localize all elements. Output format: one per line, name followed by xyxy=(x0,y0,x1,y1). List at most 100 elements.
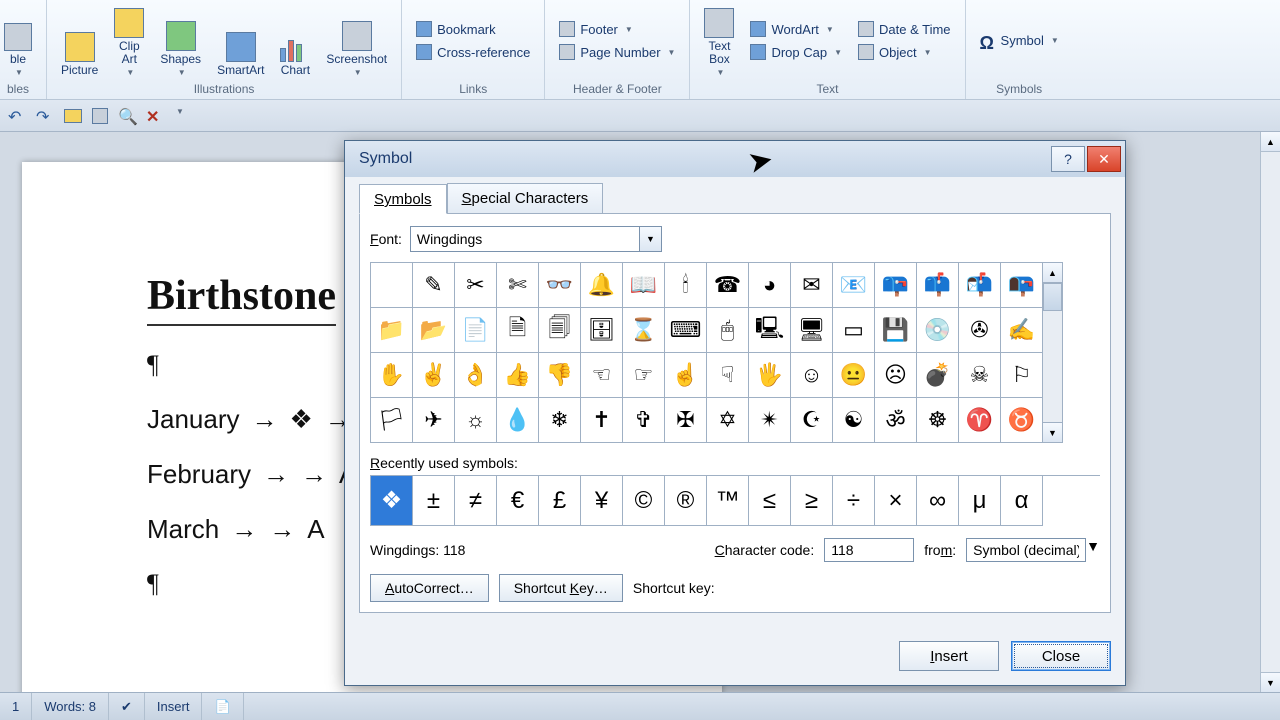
symbol-cell[interactable]: 📧 xyxy=(833,263,875,308)
symbol-cell[interactable]: 👎 xyxy=(539,353,581,398)
symbol-cell[interactable]: ✋ xyxy=(371,353,413,398)
symbol-cell[interactable]: ✠ xyxy=(665,398,707,443)
recent-symbol-cell[interactable]: ¥ xyxy=(581,476,623,526)
recent-symbol-cell[interactable]: ≥ xyxy=(791,476,833,526)
symbol-cell[interactable]: 📬 xyxy=(959,263,1001,308)
symbol-cell[interactable]: 🖥 xyxy=(791,308,833,353)
from-input[interactable] xyxy=(966,538,1086,562)
scroll-thumb[interactable] xyxy=(1043,283,1062,311)
symbol-cell[interactable]: ☜ xyxy=(581,353,623,398)
symbol-cell[interactable]: 📖 xyxy=(623,263,665,308)
symbol-cell[interactable]: 👓 xyxy=(539,263,581,308)
scroll-up-icon[interactable]: ▲ xyxy=(1261,132,1280,152)
recent-symbol-cell[interactable]: € xyxy=(497,476,539,526)
from-combo[interactable]: ▼ xyxy=(966,538,1100,562)
symbol-cell[interactable]: ⌛ xyxy=(623,308,665,353)
symbol-cell[interactable]: ✎ xyxy=(413,263,455,308)
recent-symbol-cell[interactable]: ™ xyxy=(707,476,749,526)
symbol-cell[interactable]: 💿 xyxy=(917,308,959,353)
shortcut-key-button[interactable]: Shortcut Key… xyxy=(499,574,623,602)
symbol-cell[interactable]: 🔔 xyxy=(581,263,623,308)
symbol-cell[interactable]: ☟ xyxy=(707,353,749,398)
recent-symbol-cell[interactable]: α xyxy=(1001,476,1043,526)
scroll-down-icon[interactable]: ▼ xyxy=(1261,672,1280,692)
undo-icon[interactable]: ↶ xyxy=(8,107,26,125)
symbol-cell[interactable]: ☼ xyxy=(455,398,497,443)
symbol-cell[interactable]: 👍 xyxy=(497,353,539,398)
recent-symbol-cell[interactable]: ® xyxy=(665,476,707,526)
symbol-cell[interactable]: ✇ xyxy=(959,308,1001,353)
symbol-cell[interactable]: 👌 xyxy=(455,353,497,398)
recent-symbol-cell[interactable]: ± xyxy=(413,476,455,526)
dialog-titlebar[interactable]: Symbol ? ✕ xyxy=(345,141,1125,177)
symbol-cell[interactable]: 🖱 xyxy=(707,308,749,353)
ribbon-smartart[interactable]: SmartArt xyxy=(213,2,268,79)
status-proof-icon[interactable]: ✔ xyxy=(109,693,145,720)
symbol-cell[interactable]: ✍ xyxy=(1001,308,1043,353)
symbol-cell[interactable]: 📫 xyxy=(917,263,959,308)
autocorrect-button[interactable]: AutoCorrect… xyxy=(370,574,489,602)
symbol-cell[interactable]: ⌨ xyxy=(665,308,707,353)
symbol-cell[interactable]: 🗎 xyxy=(497,308,539,353)
ribbon-symbol[interactable]: ΩSymbol▼ xyxy=(976,2,1063,79)
symbol-cell[interactable]: ☎ xyxy=(707,263,749,308)
grid-scrollbar[interactable]: ▲ ▼ xyxy=(1043,262,1063,443)
symbol-cell[interactable]: 🏳 xyxy=(371,398,413,443)
redo-icon[interactable]: ↷ xyxy=(36,107,54,125)
symbol-cell[interactable]: ✉ xyxy=(791,263,833,308)
ribbon-table[interactable]: ble ▼ xyxy=(0,2,36,79)
symbol-cell[interactable]: 💧 xyxy=(497,398,539,443)
symbol-cell[interactable]: 💾 xyxy=(875,308,917,353)
save-icon[interactable] xyxy=(92,108,108,124)
recent-symbol-cell[interactable]: μ xyxy=(959,476,1001,526)
status-page[interactable]: 1 xyxy=(0,693,32,720)
symbol-cell[interactable]: ✌ xyxy=(413,353,455,398)
symbol-cell[interactable]: ☹ xyxy=(875,353,917,398)
symbol-cell[interactable]: 🗄 xyxy=(581,308,623,353)
ribbon-footer[interactable]: Footer▼ xyxy=(555,19,679,39)
ribbon-pagenumber[interactable]: Page Number▼ xyxy=(555,42,679,62)
symbol-cell[interactable]: ☠ xyxy=(959,353,1001,398)
recent-symbol-cell[interactable]: ∞ xyxy=(917,476,959,526)
tab-symbols[interactable]: Symbols xyxy=(359,184,447,214)
symbol-cell[interactable]: 😐 xyxy=(833,353,875,398)
symbol-cell[interactable]: ◕ xyxy=(749,263,791,308)
recent-symbol-cell[interactable]: ÷ xyxy=(833,476,875,526)
insert-button[interactable]: Insert xyxy=(899,641,999,671)
symbol-cell[interactable]: ✞ xyxy=(623,398,665,443)
symbol-cell[interactable]: ✈ xyxy=(413,398,455,443)
symbol-cell[interactable]: ☪ xyxy=(791,398,833,443)
ribbon-bookmark[interactable]: Bookmark xyxy=(412,19,534,39)
document-scrollbar[interactable]: ▲ ▼ xyxy=(1260,132,1280,692)
ribbon-wordart[interactable]: WordArt▼ xyxy=(746,19,846,39)
symbol-cell[interactable]: 📂 xyxy=(413,308,455,353)
symbol-cell[interactable]: 📭 xyxy=(1001,263,1043,308)
char-code-input[interactable] xyxy=(824,538,914,562)
symbol-cell[interactable]: 📪 xyxy=(875,263,917,308)
symbol-cell[interactable]: ॐ xyxy=(875,398,917,443)
symbol-cell[interactable]: ⚐ xyxy=(1001,353,1043,398)
symbol-cell[interactable]: ☸ xyxy=(917,398,959,443)
from-dropdown-icon[interactable]: ▼ xyxy=(1086,538,1100,562)
ribbon-datetime[interactable]: Date & Time xyxy=(854,19,955,39)
symbol-cell[interactable]: ☞ xyxy=(623,353,665,398)
ribbon-clipart[interactable]: Clip Art▼ xyxy=(110,2,148,79)
ribbon-dropcap[interactable]: Drop Cap▼ xyxy=(746,42,846,62)
recent-symbol-cell[interactable]: ❖ xyxy=(371,476,413,526)
symbol-cell[interactable]: ✝ xyxy=(581,398,623,443)
ribbon-shapes[interactable]: Shapes▼ xyxy=(156,2,205,79)
symbol-cell[interactable] xyxy=(371,263,413,308)
symbol-cell[interactable]: 📄 xyxy=(455,308,497,353)
ribbon-screenshot[interactable]: Screenshot▼ xyxy=(322,2,391,79)
preview-icon[interactable]: 🔍 xyxy=(118,107,136,125)
ribbon-object[interactable]: Object▼ xyxy=(854,42,955,62)
recent-symbol-cell[interactable]: × xyxy=(875,476,917,526)
symbol-cell[interactable]: ♈ xyxy=(959,398,1001,443)
recent-symbol-cell[interactable]: ≤ xyxy=(749,476,791,526)
close-button[interactable]: ✕ xyxy=(1087,146,1121,172)
symbol-cell[interactable]: ✂ xyxy=(455,263,497,308)
scroll-down-icon[interactable]: ▼ xyxy=(1043,422,1062,442)
help-button[interactable]: ? xyxy=(1051,146,1085,172)
symbol-cell[interactable]: ❄ xyxy=(539,398,581,443)
close-icon[interactable]: ✕ xyxy=(146,107,164,125)
